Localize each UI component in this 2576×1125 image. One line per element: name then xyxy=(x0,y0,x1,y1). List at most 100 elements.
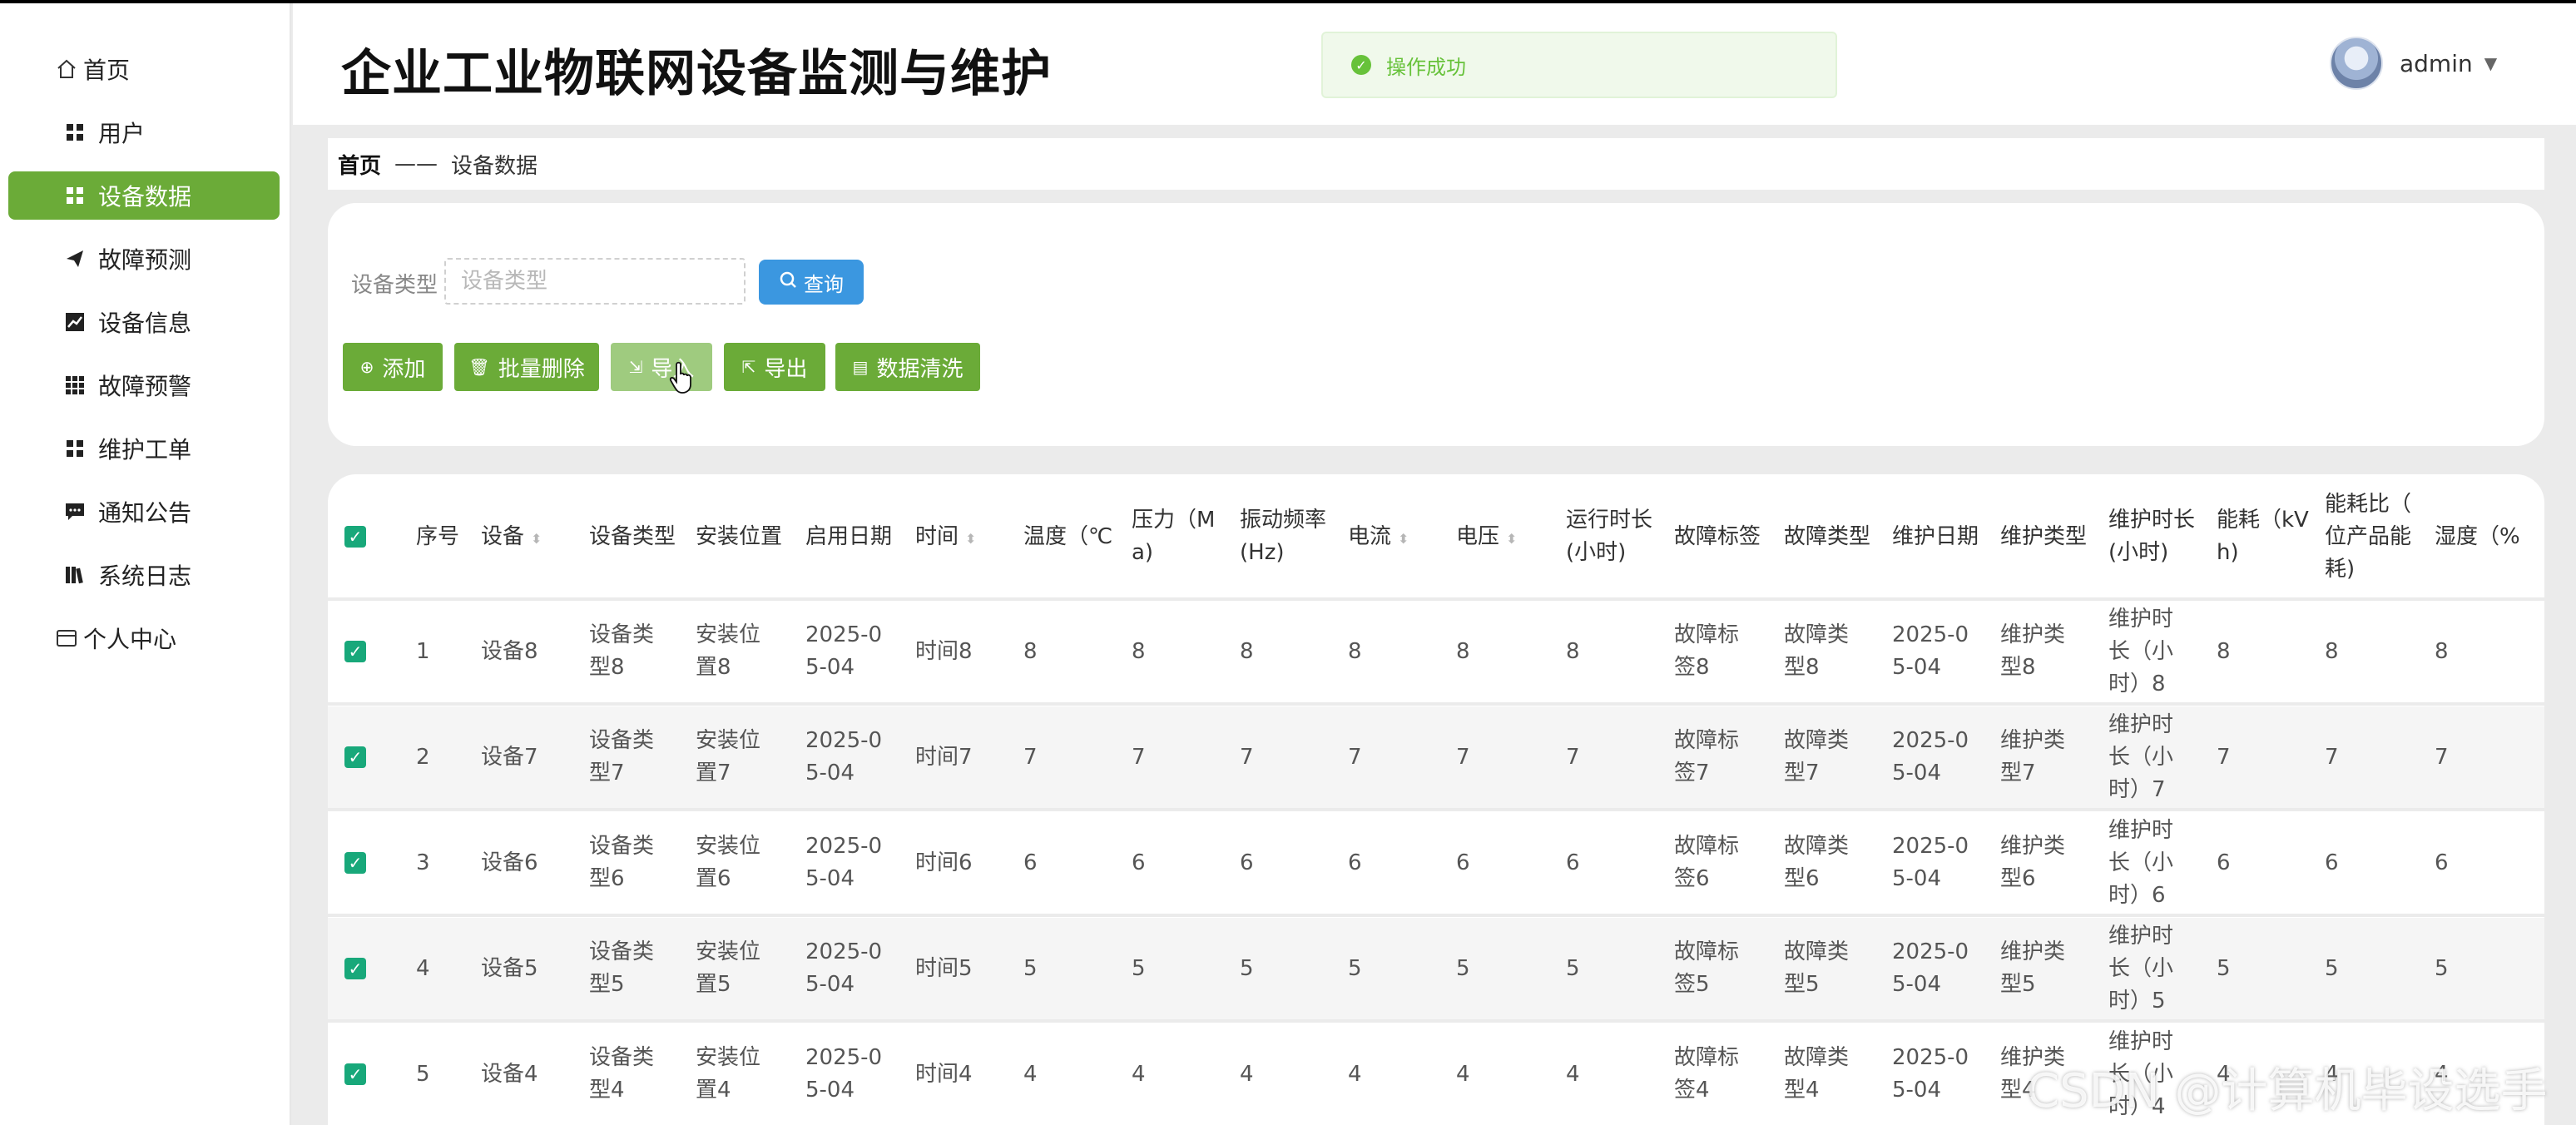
data-clean-button-label: 数据清洗 xyxy=(876,356,964,382)
export-icon: ⇱ xyxy=(741,357,756,377)
cell-device-type: 设备类 型6 xyxy=(589,834,655,891)
cell-location: 安装位 置5 xyxy=(696,939,761,997)
sidebar-item-label: 设备信息 xyxy=(98,310,192,337)
cell-maint-duration: 维护时 长（小 时）8 xyxy=(2108,606,2174,696)
cell-device-type: 设备类 型7 xyxy=(589,728,655,786)
row-checkbox[interactable]: ✓ xyxy=(344,641,366,662)
batch-delete-button[interactable]: 🗑 批量删除 xyxy=(454,343,599,391)
cell-maint-date: 2025-0 5-04 xyxy=(1892,834,1969,891)
cell-maint-duration: 维护时 长（小 时）6 xyxy=(2108,817,2174,908)
cell-pressure: 4 xyxy=(1132,1061,1146,1087)
cell-runtime: 8 xyxy=(1566,638,1580,664)
cell-fault-label: 故障标 签7 xyxy=(1674,728,1740,786)
cell-device: 设备4 xyxy=(481,1061,538,1087)
sort-icon[interactable]: ⬍ xyxy=(965,531,976,547)
sort-icon[interactable]: ⬍ xyxy=(1398,531,1409,547)
sidebar-item-label: 用户 xyxy=(98,120,146,147)
avatar[interactable] xyxy=(2330,37,2383,90)
column-header-time[interactable]: 时间 ⬍ xyxy=(915,521,976,555)
sidebar-item-device-data[interactable]: 设备数据 xyxy=(8,171,280,220)
column-header-current[interactable]: 电流 ⬍ xyxy=(1348,521,1409,555)
sidebar-item-profile[interactable]: 个人中心 xyxy=(8,614,280,662)
select-all-checkbox[interactable]: ✓ xyxy=(344,526,366,548)
column-header-maint-type: 维护类型 xyxy=(2000,523,2088,549)
table-row[interactable] xyxy=(328,601,2544,702)
table-row[interactable] xyxy=(328,918,2544,1019)
column-header-index: 序号 xyxy=(416,523,460,549)
row-checkbox[interactable]: ✓ xyxy=(344,1063,366,1085)
cell-energy: 6 xyxy=(2217,850,2231,875)
cell-runtime: 5 xyxy=(1566,955,1580,981)
sidebar-item-device-info[interactable]: 设备信息 xyxy=(8,298,280,346)
cell-maint-duration: 维护时 长（小 时）5 xyxy=(2108,923,2174,1013)
cell-start-date: 2025-0 5-04 xyxy=(805,728,883,786)
cell-current: 7 xyxy=(1348,744,1362,770)
cell-runtime: 4 xyxy=(1566,1061,1580,1087)
sidebar-item-fault-prediction[interactable]: 故障预测 xyxy=(8,235,280,283)
column-header-voltage[interactable]: 电压 ⬍ xyxy=(1456,521,1517,555)
cell-fault-type: 故障类 型8 xyxy=(1784,622,1850,680)
cell-humidity: 7 xyxy=(2435,744,2449,770)
cell-device: 设备8 xyxy=(481,638,538,664)
sidebar-item-label: 故障预测 xyxy=(98,246,192,274)
table-row[interactable] xyxy=(328,706,2544,808)
check-circle-icon: ✓ xyxy=(1351,55,1371,75)
cell-current: 4 xyxy=(1348,1061,1362,1087)
cell-voltage: 5 xyxy=(1456,955,1470,981)
sidebar-item-label: 个人中心 xyxy=(83,626,177,653)
export-button[interactable]: ⇱ 导出 xyxy=(724,343,825,391)
row-checkbox[interactable]: ✓ xyxy=(344,958,366,979)
breadcrumb-home[interactable]: 首页 xyxy=(338,149,381,180)
sidebar-item-users[interactable]: 用户 xyxy=(8,108,280,156)
add-button[interactable]: ⊕ 添加 xyxy=(343,343,443,391)
cell-voltage: 7 xyxy=(1456,744,1470,770)
caret-down-icon[interactable]: ▼ xyxy=(2484,53,2497,73)
cell-energy-ratio: 5 xyxy=(2325,955,2339,981)
import-button[interactable]: ⇲ 导入 xyxy=(611,343,712,391)
query-button-label: 查询 xyxy=(804,272,844,296)
import-icon: ⇲ xyxy=(628,357,643,377)
row-checkbox[interactable]: ✓ xyxy=(344,852,366,874)
table-row[interactable] xyxy=(328,812,2544,914)
user-menu[interactable]: admin ▼ xyxy=(2330,37,2497,90)
toast-message: 操作成功 xyxy=(1386,55,1466,79)
sidebar: 首页 用户 设备数据 故障预测 设备信息 故障预警 维护工单 通知公告 系统日志… xyxy=(0,3,291,1125)
cell-device-type: 设备类 型5 xyxy=(589,939,655,997)
sort-icon[interactable]: ⬍ xyxy=(531,531,542,547)
sidebar-item-announcements[interactable]: 通知公告 xyxy=(8,488,280,536)
search-input[interactable] xyxy=(444,258,746,305)
cell-voltage: 4 xyxy=(1456,1061,1470,1087)
cell-humidity: 8 xyxy=(2435,638,2449,664)
cell-maint-date: 2025-0 5-04 xyxy=(1892,939,1969,997)
apps-icon xyxy=(60,370,90,400)
cell-index: 5 xyxy=(416,1061,430,1087)
cell-maint-duration: 维护时 长（小 时）7 xyxy=(2108,711,2174,802)
column-header-energy: 能耗（kV h) xyxy=(2217,508,2309,565)
sidebar-item-fault-warning[interactable]: 故障预警 xyxy=(8,361,280,409)
cell-temperature: 4 xyxy=(1023,1061,1038,1087)
sidebar-item-home[interactable]: 首页 xyxy=(8,45,280,93)
data-clean-button[interactable]: ▤ 数据清洗 xyxy=(835,343,980,391)
sidebar-item-system-log[interactable]: 系统日志 xyxy=(8,551,280,599)
sidebar-item-work-orders[interactable]: 维护工单 xyxy=(8,424,280,473)
cell-time: 时间7 xyxy=(915,744,973,770)
cell-temperature: 5 xyxy=(1023,955,1038,981)
cell-humidity: 5 xyxy=(2435,955,2449,981)
column-header-start-date: 启用日期 xyxy=(805,523,893,549)
column-header-humidity: 湿度（% xyxy=(2435,523,2520,549)
cell-maint-type: 维护类 型7 xyxy=(2000,728,2066,786)
cell-fault-type: 故障类 型4 xyxy=(1784,1045,1850,1103)
column-header-device[interactable]: 设备 ⬍ xyxy=(481,521,542,555)
cell-device: 设备6 xyxy=(481,850,538,875)
database-icon: ▤ xyxy=(852,357,869,377)
success-toast: ✓ 操作成功 xyxy=(1321,32,1837,98)
sort-icon[interactable]: ⬍ xyxy=(1506,531,1517,547)
cell-device-type: 设备类 型4 xyxy=(589,1045,655,1103)
cell-fault-type: 故障类 型6 xyxy=(1784,834,1850,891)
grid-icon xyxy=(60,117,90,147)
cell-time: 时间8 xyxy=(915,638,973,664)
data-table: ✓ 序号 设备 ⬍ 设备类型 安装位置 启用日期 时间 ⬍ 温度（℃ 压力（M a) 振动频率 (Hz) 电… xyxy=(328,474,2544,1125)
row-checkbox[interactable]: ✓ xyxy=(344,746,366,768)
cell-temperature: 6 xyxy=(1023,850,1038,875)
query-button[interactable]: 查询 xyxy=(759,260,864,305)
